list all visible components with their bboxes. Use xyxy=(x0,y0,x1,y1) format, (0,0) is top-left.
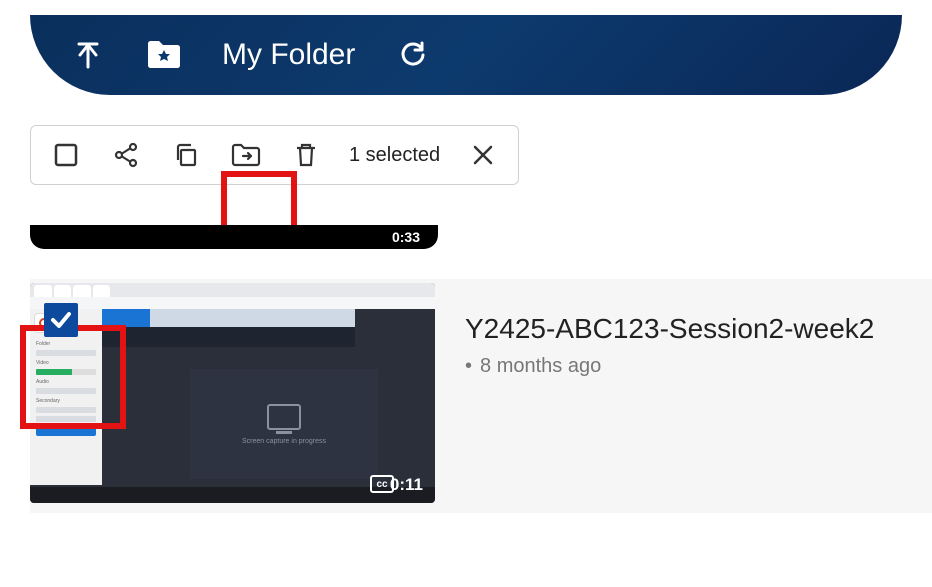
video-duration: 0:11 xyxy=(390,475,423,495)
bullet-icon: • xyxy=(465,355,472,378)
video-meta: • 8 months ago xyxy=(465,355,874,378)
folder-icon xyxy=(146,40,182,70)
selection-count: 1 selected xyxy=(349,144,440,167)
video-checkbox-selected[interactable] xyxy=(44,303,78,337)
video-info: Y2425-ABC123-Session2-week2 • 8 months a… xyxy=(435,283,874,503)
clear-selection-button[interactable] xyxy=(466,138,500,172)
share-button[interactable] xyxy=(109,138,143,172)
video-age: 8 months ago xyxy=(480,355,601,378)
video-list-item[interactable]: Folder Video Audio Secondary Screen capt… xyxy=(30,279,932,513)
refresh-button[interactable] xyxy=(395,37,431,73)
folder-header: My Folder xyxy=(30,15,902,95)
previous-video-duration: 0:33 xyxy=(392,229,420,245)
previous-video-partial[interactable]: 0:33 xyxy=(30,225,438,249)
tutorial-highlight-checkbox xyxy=(20,325,126,429)
up-level-button[interactable] xyxy=(70,37,106,73)
delete-button[interactable] xyxy=(289,138,323,172)
select-all-checkbox[interactable] xyxy=(49,138,83,172)
copy-button[interactable] xyxy=(169,138,203,172)
move-button[interactable] xyxy=(229,138,263,172)
folder-title: My Folder xyxy=(222,38,355,72)
video-title[interactable]: Y2425-ABC123-Session2-week2 xyxy=(465,313,874,345)
